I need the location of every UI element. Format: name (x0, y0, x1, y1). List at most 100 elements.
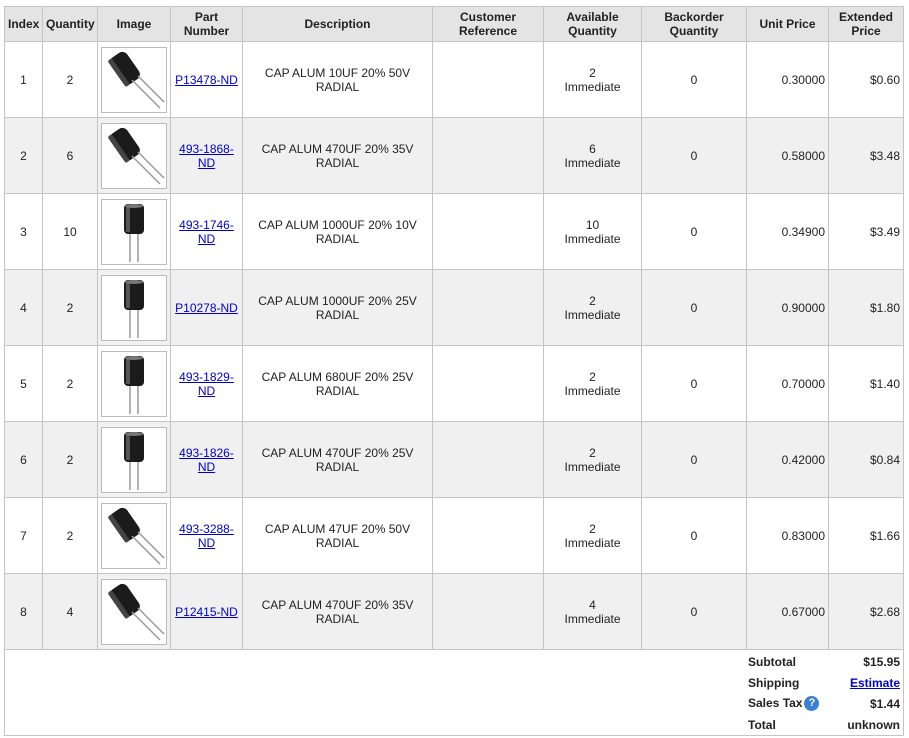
cell-available-quantity: 6 Immediate (543, 117, 642, 194)
cell-customer-reference (432, 193, 544, 270)
description-line2: RADIAL (315, 155, 360, 170)
cell-backorder-quantity: 0 (641, 193, 747, 270)
description-line1: CAP ALUM 470UF 20% 25V (261, 445, 414, 460)
total-value: unknown (847, 717, 900, 732)
cell-customer-reference (432, 573, 544, 650)
part-number-link[interactable]: 493-1829- (179, 370, 234, 384)
capacitor-thumbnail-icon[interactable] (101, 122, 167, 189)
cell-image (97, 497, 171, 574)
header-image: Image (97, 6, 171, 42)
cell-index: 5 (4, 345, 43, 422)
header-available-line1: Available (566, 10, 619, 24)
available-status: Immediate (564, 307, 621, 322)
description-line2: RADIAL (315, 307, 360, 322)
header-extended-price[interactable]: Extended Price (828, 6, 904, 42)
capacitor-thumbnail-icon[interactable] (101, 578, 167, 645)
cell-description: CAP ALUM 47UF 20% 50V RADIAL (242, 497, 433, 574)
help-icon[interactable]: ? (804, 696, 820, 712)
cell-unit-price: 0.34900 (746, 193, 829, 270)
cell-unit-price: 0.70000 (746, 345, 829, 422)
table-row: 1 2 P13478-ND CAP ALUM 10UF 20% 50V RADIA… (4, 41, 904, 118)
cell-backorder-quantity: 0 (641, 117, 747, 194)
cell-description: CAP ALUM 1000UF 20% 25V RADIAL (242, 269, 433, 346)
sales-tax-label-group: Sales Tax? (748, 695, 820, 712)
total-row: Total unknown (748, 714, 900, 735)
cell-available-quantity: 2 Immediate (543, 269, 642, 346)
description-line1: CAP ALUM 1000UF 20% 10V (258, 217, 417, 232)
cell-part-number: 493-1746- ND (170, 193, 243, 270)
table-row: 5 2 493-1829- ND CAP ALUM 680UF 20% 25V RA… (4, 345, 904, 422)
available-qty: 6 (589, 141, 596, 156)
description-line2: RADIAL (315, 383, 360, 398)
description-line1: CAP ALUM 1000UF 20% 25V (258, 293, 417, 308)
available-status: Immediate (564, 459, 621, 474)
available-status: Immediate (564, 79, 621, 94)
cell-quantity: 10 (42, 193, 98, 270)
cell-part-number: P13478-ND (170, 41, 243, 118)
description-line1: CAP ALUM 470UF 20% 35V (261, 141, 414, 156)
cell-part-number: 493-3288- ND (170, 497, 243, 574)
description-line2: RADIAL (315, 611, 360, 626)
cell-customer-reference (432, 421, 544, 498)
shipping-estimate-link[interactable]: Estimate (850, 676, 900, 690)
cell-backorder-quantity: 0 (641, 41, 747, 118)
part-number-link-line2[interactable]: ND (198, 460, 215, 474)
capacitor-thumbnail-icon[interactable] (101, 426, 167, 493)
sales-tax-label: Sales Tax (748, 695, 803, 710)
table-row: 6 2 493-1826- ND CAP ALUM 470UF 20% 25V RA… (4, 421, 904, 498)
header-available-line2: Quantity (568, 24, 617, 38)
part-number-link[interactable]: 493-3288- (179, 522, 234, 536)
cell-index: 3 (4, 193, 43, 270)
sales-tax-row: Sales Tax? $1.44 (748, 693, 900, 714)
cell-quantity: 2 (42, 421, 98, 498)
cell-backorder-quantity: 0 (641, 269, 747, 346)
capacitor-thumbnail-icon[interactable] (101, 274, 167, 341)
header-customer-reference-line1: Customer (459, 10, 516, 24)
part-number-link-line2[interactable]: ND (198, 536, 215, 550)
cell-customer-reference (432, 497, 544, 574)
header-part-number[interactable]: Part Number (170, 6, 243, 42)
cell-image (97, 421, 171, 498)
capacitor-thumbnail-icon[interactable] (101, 198, 167, 265)
cell-image (97, 269, 171, 346)
cell-index: 2 (4, 117, 43, 194)
available-status: Immediate (564, 231, 621, 246)
header-quantity[interactable]: Quantity (42, 6, 98, 42)
cell-quantity: 2 (42, 497, 98, 574)
part-number-link[interactable]: P13478-ND (175, 73, 238, 87)
cell-extended-price: $3.48 (828, 117, 904, 194)
cell-customer-reference (432, 269, 544, 346)
part-number-link[interactable]: 493-1746- (179, 218, 234, 232)
part-number-link-line2[interactable]: ND (198, 232, 215, 246)
cell-image (97, 117, 171, 194)
table-row: 2 6 493-1868- ND CAP ALUM 470UF 20% 35V RA… (4, 117, 904, 194)
part-number-link-line2[interactable]: ND (198, 156, 215, 170)
header-description[interactable]: Description (242, 6, 433, 42)
cell-quantity: 2 (42, 345, 98, 422)
part-number-link[interactable]: 493-1868- (179, 142, 234, 156)
cell-index: 7 (4, 497, 43, 574)
part-number-link[interactable]: P10278-ND (175, 301, 238, 315)
capacitor-thumbnail-icon[interactable] (101, 46, 167, 113)
description-line1: CAP ALUM 10UF 20% 50V (264, 65, 411, 80)
header-index[interactable]: Index (4, 6, 43, 42)
description-line2: RADIAL (315, 535, 360, 550)
table-row: 3 10 493-1746- ND CAP ALUM 1000UF 20% 10V… (4, 193, 904, 270)
available-qty: 10 (585, 217, 600, 232)
cell-customer-reference (432, 345, 544, 422)
part-number-link[interactable]: 493-1826- (179, 446, 234, 460)
cell-available-quantity: 2 Immediate (543, 41, 642, 118)
capacitor-thumbnail-icon[interactable] (101, 350, 167, 417)
available-qty: 2 (589, 369, 596, 384)
cell-extended-price: $1.80 (828, 269, 904, 346)
part-number-link-line2[interactable]: ND (198, 384, 215, 398)
header-row: Index Quantity Image Part Number Descript… (4, 6, 904, 42)
header-unit-price[interactable]: Unit Price (746, 6, 829, 42)
cell-index: 6 (4, 421, 43, 498)
total-label: Total (748, 717, 776, 732)
cell-description: CAP ALUM 470UF 20% 35V RADIAL (242, 117, 433, 194)
shipping-label: Shipping (748, 675, 800, 690)
capacitor-thumbnail-icon[interactable] (101, 502, 167, 569)
cell-available-quantity: 2 Immediate (543, 421, 642, 498)
part-number-link[interactable]: P12415-ND (175, 605, 238, 619)
